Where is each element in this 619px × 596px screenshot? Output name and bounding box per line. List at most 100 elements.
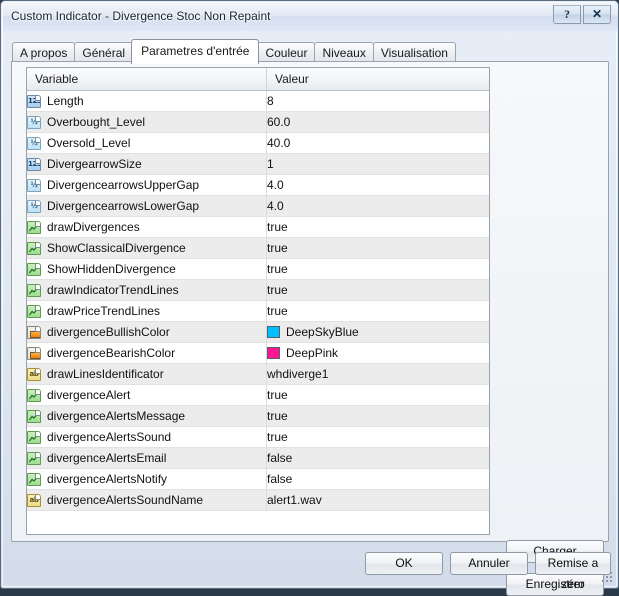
variable-name: Overbought_Level <box>47 115 146 129</box>
close-button[interactable]: ✕ <box>583 5 611 24</box>
variable-cell[interactable]: 123 DivergearrowSize <box>27 153 267 175</box>
enregistrer-button[interactable]: Enregistrer <box>506 573 604 596</box>
resize-grip[interactable] <box>602 572 614 584</box>
table-row[interactable]: divergenceAlertsSound true <box>27 426 489 448</box>
table-row[interactable]: divergenceAlertsNotify false <box>27 468 489 490</box>
ok-button[interactable]: OK <box>365 552 443 575</box>
help-button[interactable]: ? <box>553 5 581 24</box>
parameters-table-frame[interactable]: Variable Valeur 123 Length 8 ½ Overbought_Le… <box>26 67 490 535</box>
table-row[interactable]: drawIndicatorTrendLines true <box>27 279 489 301</box>
table-row[interactable]: 123 DivergearrowSize 1 <box>27 153 489 175</box>
variable-cell[interactable]: ab divergenceAlertsSoundName <box>27 489 267 511</box>
value-cell[interactable]: 8 <box>266 90 489 112</box>
variable-cell[interactable]: divergenceAlert <box>27 384 267 406</box>
value-text: true <box>267 304 288 318</box>
table-row[interactable]: 123 Length 8 <box>27 90 489 112</box>
color-swatch <box>267 347 280 359</box>
variable-cell[interactable]: divergenceBullishColor <box>27 321 267 343</box>
value-cell[interactable]: true <box>266 216 489 238</box>
value-cell[interactable]: true <box>266 300 489 322</box>
value-cell[interactable]: true <box>266 237 489 259</box>
table-row[interactable]: ½ DivergencearrowsUpperGap 4.0 <box>27 174 489 196</box>
value-cell[interactable]: true <box>266 279 489 301</box>
table-row[interactable]: ab divergenceAlertsSoundName alert1.wav <box>27 489 489 511</box>
table-row[interactable]: divergenceAlert true <box>27 384 489 406</box>
column-header-value[interactable]: Valeur <box>266 68 489 91</box>
grip-dot <box>610 576 612 578</box>
value-cell[interactable]: 60.0 <box>266 111 489 133</box>
variable-cell[interactable]: ½ DivergencearrowsUpperGap <box>27 174 267 196</box>
value-cell[interactable]: whdiverge1 <box>266 363 489 385</box>
value-cell[interactable]: 1 <box>266 153 489 175</box>
variable-cell[interactable]: ½ DivergencearrowsLowerGap <box>27 195 267 217</box>
value-cell[interactable]: alert1.wav <box>266 489 489 511</box>
column-header-variable[interactable]: Variable <box>27 68 267 91</box>
variable-name: Length <box>47 94 84 108</box>
variable-cell[interactable]: ShowHiddenDivergence <box>27 258 267 280</box>
bool-icon <box>27 472 41 486</box>
variable-cell[interactable]: ShowClassicalDivergence <box>27 237 267 259</box>
value-cell-content: true <box>267 304 489 318</box>
value-cell[interactable]: true <box>266 384 489 406</box>
value-text: true <box>267 430 288 444</box>
value-cell-content: 4.0 <box>267 199 489 213</box>
variable-cell[interactable]: drawIndicatorTrendLines <box>27 279 267 301</box>
value-cell-content: 1 <box>267 157 489 171</box>
value-cell[interactable]: DeepPink <box>266 342 489 364</box>
parameters-table-body: 123 Length 8 ½ Overbought_Level 60.0 ½ Oversold… <box>27 90 489 511</box>
variable-cell[interactable]: divergenceAlertsMessage <box>27 405 267 427</box>
table-row[interactable]: ½ DivergencearrowsLowerGap 4.0 <box>27 195 489 217</box>
variable-cell[interactable]: ½ Oversold_Level <box>27 132 267 154</box>
string-icon: ab <box>27 367 41 381</box>
table-row[interactable]: ½ Oversold_Level 40.0 <box>27 132 489 154</box>
variable-cell-content: divergenceBearishColor <box>27 346 266 360</box>
table-row[interactable]: drawDivergences true <box>27 216 489 238</box>
title-bar[interactable]: Custom Indicator - Divergence Stoc Non R… <box>3 3 618 31</box>
value-text: true <box>267 283 288 297</box>
table-row[interactable]: ab drawLinesIdentificator whdiverge1 <box>27 363 489 385</box>
tab-parametres-d-entr-e[interactable]: Parametres d'entrée <box>131 39 260 64</box>
variable-name: DivergencearrowsUpperGap <box>47 178 200 192</box>
value-cell[interactable]: true <box>266 405 489 427</box>
value-cell[interactable]: true <box>266 426 489 448</box>
variable-cell-content: divergenceAlertsMessage <box>27 409 266 423</box>
variable-name: ShowHiddenDivergence <box>47 262 176 276</box>
value-text: true <box>267 409 288 423</box>
variable-cell[interactable]: divergenceAlertsSound <box>27 426 267 448</box>
variable-cell[interactable]: ab drawLinesIdentificator <box>27 363 267 385</box>
variable-cell[interactable]: divergenceBearishColor <box>27 342 267 364</box>
value-cell[interactable]: 4.0 <box>266 195 489 217</box>
table-row[interactable]: ½ Overbought_Level 60.0 <box>27 111 489 133</box>
value-text: false <box>267 451 293 465</box>
variable-cell-content: divergenceBullishColor <box>27 325 266 339</box>
table-row[interactable]: divergenceAlertsMessage true <box>27 405 489 427</box>
value-cell-content: 40.0 <box>267 136 489 150</box>
table-row[interactable]: divergenceBearishColor DeepPink <box>27 342 489 364</box>
table-row[interactable]: drawPriceTrendLines true <box>27 300 489 322</box>
table-row[interactable]: ShowHiddenDivergence true <box>27 258 489 280</box>
variable-cell[interactable]: divergenceAlertsEmail <box>27 447 267 469</box>
table-row[interactable]: ShowClassicalDivergence true <box>27 237 489 259</box>
value-cell[interactable]: false <box>266 447 489 469</box>
variable-cell-content: divergenceAlertsNotify <box>27 472 266 486</box>
annuler-button[interactable]: Annuler <box>450 552 528 575</box>
variable-cell[interactable]: ½ Overbought_Level <box>27 111 267 133</box>
value-text: DeepSkyBlue <box>286 325 359 339</box>
value-cell[interactable]: 4.0 <box>266 174 489 196</box>
value-cell[interactable]: 40.0 <box>266 132 489 154</box>
variable-cell[interactable]: drawPriceTrendLines <box>27 300 267 322</box>
table-row[interactable]: divergenceBullishColor DeepSkyBlue <box>27 321 489 343</box>
table-row[interactable]: divergenceAlertsEmail false <box>27 447 489 469</box>
reset-button[interactable]: Remise a zéro <box>535 552 611 591</box>
variable-cell[interactable]: divergenceAlertsNotify <box>27 468 267 490</box>
variable-name: divergenceAlertsSoundName <box>47 493 204 507</box>
variable-cell[interactable]: 123 Length <box>27 90 267 112</box>
variable-cell[interactable]: drawDivergences <box>27 216 267 238</box>
value-cell[interactable]: true <box>266 258 489 280</box>
value-cell[interactable]: false <box>266 468 489 490</box>
value-cell-content: alert1.wav <box>267 493 489 507</box>
variable-cell-content: 123 DivergearrowSize <box>27 157 266 171</box>
variable-cell-content: ½ DivergencearrowsLowerGap <box>27 199 266 213</box>
value-cell-content: DeepSkyBlue <box>267 325 489 339</box>
value-cell[interactable]: DeepSkyBlue <box>266 321 489 343</box>
